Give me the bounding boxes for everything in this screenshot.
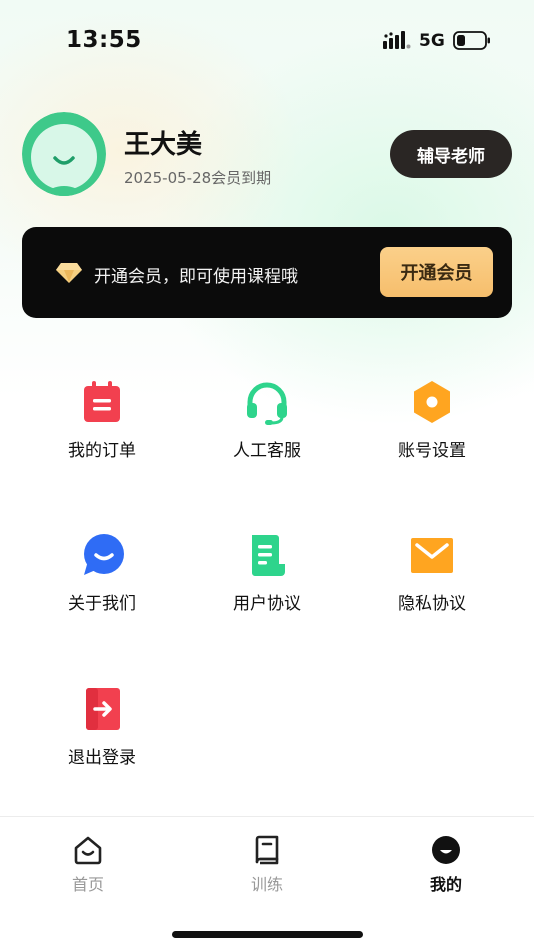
user-name: 王大美 bbox=[124, 130, 203, 160]
bottom-tab-bar: 首页 训练 我的 bbox=[0, 816, 534, 950]
envelope-icon bbox=[411, 538, 453, 573]
menu-item-customer-service[interactable]: 人工客服 bbox=[197, 378, 337, 488]
tab-mine[interactable]: 我的 bbox=[396, 835, 496, 895]
profile-face-icon bbox=[432, 836, 460, 864]
book-icon bbox=[255, 835, 279, 865]
menu-item-privacy-policy[interactable]: 隐私协议 bbox=[362, 531, 502, 641]
hexagon-settings-icon bbox=[414, 381, 450, 423]
document-icon bbox=[252, 535, 285, 576]
vip-banner: 开通会员，即可使用课程哦 开通会员 bbox=[22, 227, 512, 318]
tab-label: 首页 bbox=[71, 875, 104, 894]
menu-label: 用户协议 bbox=[233, 594, 301, 614]
battery-icon bbox=[453, 31, 490, 50]
menu-item-about-us[interactable]: 关于我们 bbox=[32, 531, 172, 641]
tab-label: 我的 bbox=[429, 875, 462, 894]
menu-label: 账号设置 bbox=[398, 441, 466, 461]
headset-icon bbox=[247, 382, 287, 425]
menu-label: 关于我们 bbox=[68, 594, 136, 614]
profile-screen: 13:55 5G 王大美 2025-05-28会员到期 辅导老师 开通会员，即可… bbox=[0, 0, 534, 950]
tab-training[interactable]: 训练 bbox=[217, 835, 317, 895]
signal-icon bbox=[383, 31, 411, 49]
membership-expire-date: 2025-05-28会员到期 bbox=[124, 169, 272, 187]
network-type: 5G bbox=[419, 31, 445, 51]
tab-home[interactable]: 首页 bbox=[38, 835, 138, 895]
home-icon bbox=[74, 836, 102, 865]
tutor-button[interactable]: 辅导老师 bbox=[390, 130, 512, 178]
diamond-icon bbox=[56, 263, 82, 283]
status-time: 13:55 bbox=[66, 27, 142, 53]
logout-icon bbox=[86, 688, 120, 730]
avatar[interactable] bbox=[22, 112, 106, 196]
menu-item-logout[interactable]: 退出登录 bbox=[32, 685, 172, 795]
menu-label: 我的订单 bbox=[68, 441, 136, 461]
chat-bubble-icon bbox=[84, 534, 124, 575]
open-membership-button[interactable]: 开通会员 bbox=[380, 247, 493, 297]
menu-item-user-agreement[interactable]: 用户协议 bbox=[197, 531, 337, 641]
vip-promo-text: 开通会员，即可使用课程哦 bbox=[94, 267, 298, 287]
home-indicator bbox=[172, 931, 363, 938]
menu-label: 人工客服 bbox=[233, 441, 301, 461]
tab-label: 训练 bbox=[250, 875, 283, 894]
menu-item-account-settings[interactable]: 账号设置 bbox=[362, 378, 502, 488]
status-bar: 13:55 5G bbox=[0, 0, 534, 80]
menu-label: 退出登录 bbox=[68, 748, 136, 768]
calendar-order-icon bbox=[84, 381, 120, 422]
menu-label: 隐私协议 bbox=[398, 594, 466, 614]
menu-item-my-orders[interactable]: 我的订单 bbox=[32, 378, 172, 488]
